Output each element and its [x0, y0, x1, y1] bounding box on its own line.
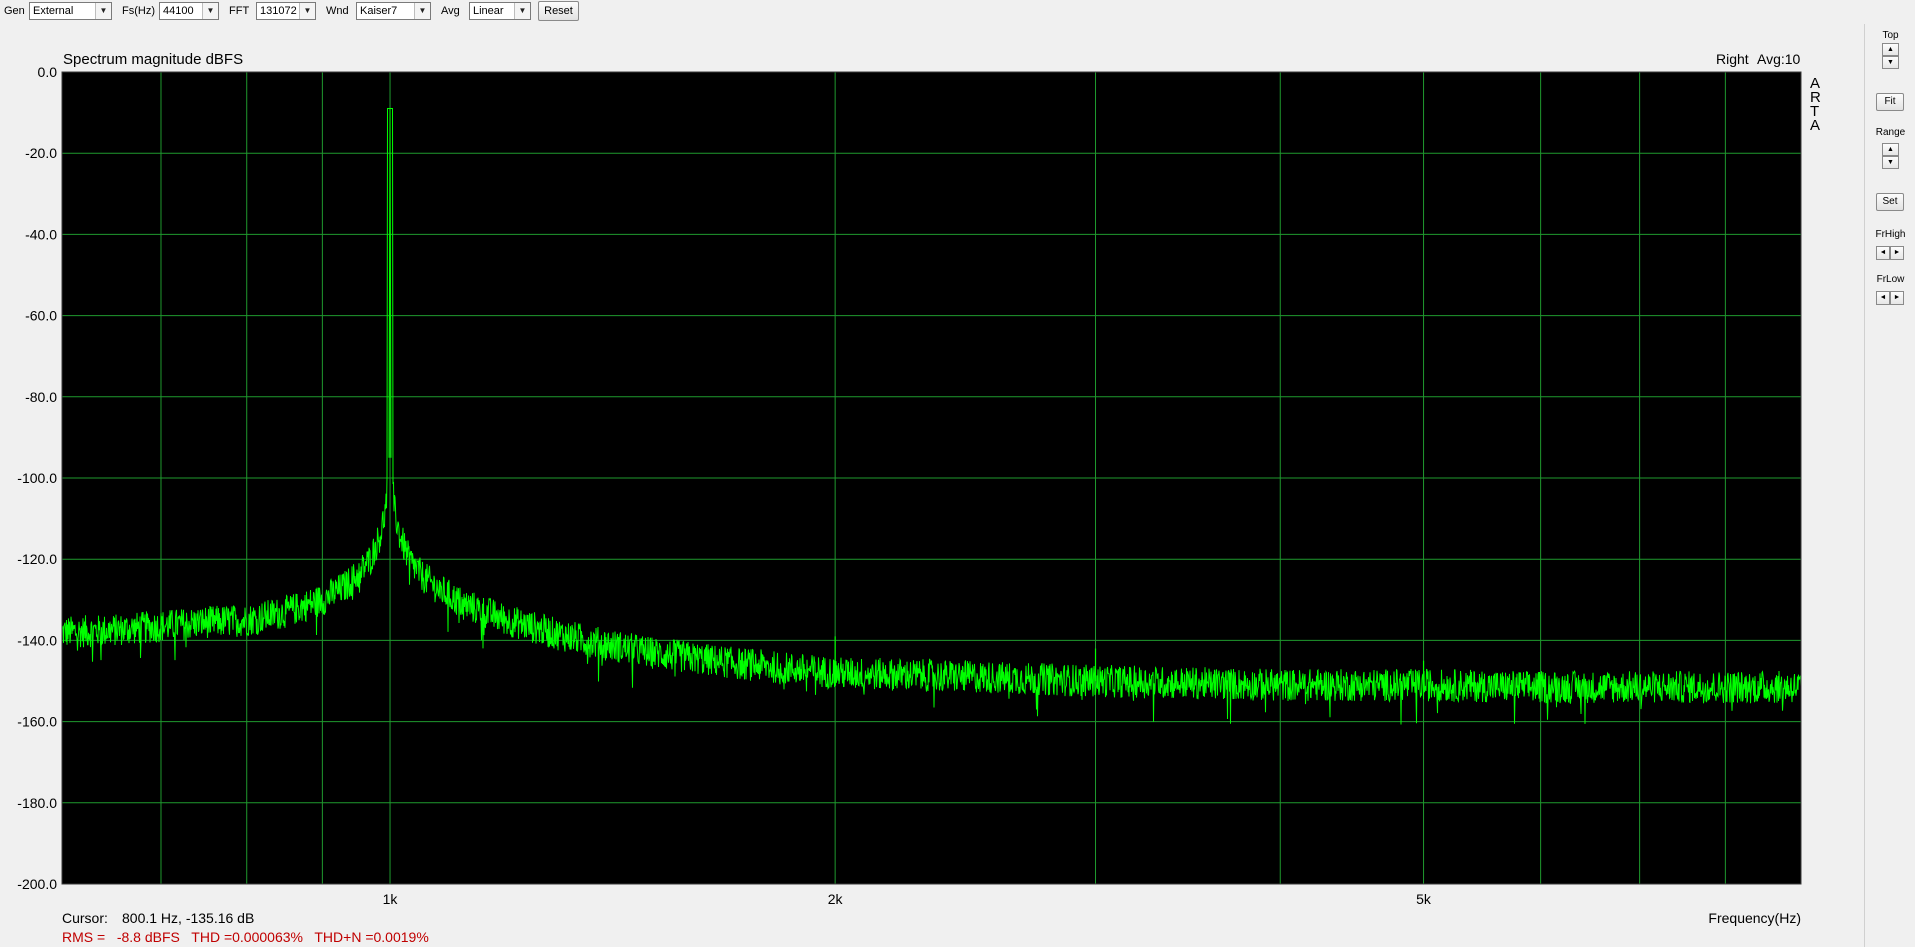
fft-select[interactable]: 131072 ▼	[256, 2, 316, 20]
avg-select-value: Linear	[473, 5, 504, 17]
plot-title: Spectrum magnitude dBFS	[63, 51, 243, 68]
arrow-down-icon: ▼	[1887, 59, 1894, 66]
x-tick-label: 1k	[383, 891, 399, 907]
arrow-down-icon: ▼	[1887, 159, 1894, 166]
frlow-left-button[interactable]: ◄	[1876, 291, 1890, 305]
arrow-right-icon: ►	[1893, 294, 1901, 301]
y-tick-label: -180.0	[17, 795, 57, 811]
y-tick-label: -120.0	[17, 551, 57, 567]
arrow-right-icon: ►	[1893, 249, 1901, 256]
side-control-panel: Top ▲ ▼ Fit Range ▲ ▼ Set FrHigh ◄ ► FrL…	[1864, 24, 1915, 947]
y-tick-label: -40.0	[25, 226, 57, 242]
y-tick-label: -140.0	[17, 632, 57, 648]
y-tick-label: -80.0	[25, 389, 57, 405]
wnd-select-value: Kaiser7	[360, 5, 398, 17]
gen-select-value: External	[33, 5, 74, 17]
top-up-button[interactable]: ▲	[1882, 43, 1899, 56]
reset-button[interactable]: Reset	[538, 1, 579, 21]
x-axis-label: Frequency(Hz)	[1708, 910, 1801, 926]
cursor-label: Cursor:	[62, 910, 108, 926]
frhigh-right-button[interactable]: ►	[1890, 246, 1904, 260]
avg-label: Avg	[441, 5, 460, 17]
range-down-button[interactable]: ▼	[1882, 156, 1899, 169]
x-tick-label: 2k	[828, 891, 844, 907]
chevron-down-icon: ▼	[299, 3, 315, 19]
y-tick-label: -60.0	[25, 308, 57, 324]
top-label: Top	[1882, 30, 1899, 41]
fs-label: Fs(Hz)	[122, 5, 155, 17]
x-tick-label: 5k	[1416, 891, 1432, 907]
set-button[interactable]: Set	[1876, 193, 1904, 211]
gen-select[interactable]: External ▼	[29, 2, 112, 20]
wnd-select[interactable]: Kaiser7 ▼	[356, 2, 431, 20]
frlow-label: FrLow	[1876, 274, 1905, 285]
top-down-button[interactable]: ▼	[1882, 56, 1899, 69]
arrow-left-icon: ◄	[1879, 294, 1887, 301]
avg-select[interactable]: Linear ▼	[469, 2, 531, 20]
y-tick-label: -160.0	[17, 714, 57, 730]
arrow-left-icon: ◄	[1879, 249, 1887, 256]
arrow-up-icon: ▲	[1887, 46, 1894, 53]
spectrum-chart[interactable]: Spectrum magnitude dBFS Right Avg:10 0.0…	[0, 24, 1864, 947]
cursor-value: 800.1 Hz, -135.16 dB	[122, 910, 254, 926]
y-tick-label: -20.0	[25, 145, 57, 161]
logo-letter: A	[1810, 117, 1820, 134]
chevron-down-icon: ▼	[414, 3, 430, 19]
spectrum-plot-panel: Spectrum magnitude dBFS Right Avg:10 0.0…	[0, 24, 1864, 947]
range-up-button[interactable]: ▲	[1882, 143, 1899, 156]
chevron-down-icon: ▼	[95, 3, 111, 19]
x-axis-ticks: 1k 2k 5k	[383, 891, 1432, 907]
channel-label: Right	[1716, 51, 1749, 67]
gen-label: Gen	[4, 5, 25, 17]
chevron-down-icon: ▼	[514, 3, 530, 19]
frlow-right-button[interactable]: ►	[1890, 291, 1904, 305]
frhigh-label: FrHigh	[1875, 229, 1906, 240]
fft-label: FFT	[229, 5, 250, 17]
arrow-up-icon: ▲	[1887, 146, 1894, 153]
measurement-stats: RMS = -8.8 dBFS THD =0.000063% THD+N =0.…	[62, 929, 429, 945]
fft-select-value: 131072	[260, 5, 297, 17]
avg-info-label: Avg:10	[1757, 51, 1801, 67]
range-label: Range	[1875, 127, 1906, 138]
fs-select-value: 44100	[163, 5, 194, 17]
fs-select[interactable]: 44100 ▼	[159, 2, 219, 20]
wnd-label: Wnd	[326, 5, 349, 17]
chevron-down-icon: ▼	[202, 3, 218, 19]
toolbar: Gen External ▼ Fs(Hz) 44100 ▼ FFT 131072…	[0, 0, 1915, 25]
y-tick-label: -200.0	[17, 876, 57, 892]
y-tick-label: -100.0	[17, 470, 57, 486]
frhigh-left-button[interactable]: ◄	[1876, 246, 1890, 260]
y-tick-label: 0.0	[38, 64, 58, 80]
fit-button[interactable]: Fit	[1876, 93, 1904, 111]
arta-logo: ARTA	[1810, 75, 1821, 134]
y-axis-ticks: 0.0 -20.0 -40.0 -60.0 -80.0 -100.0 -120.0 -140.…	[17, 64, 57, 892]
